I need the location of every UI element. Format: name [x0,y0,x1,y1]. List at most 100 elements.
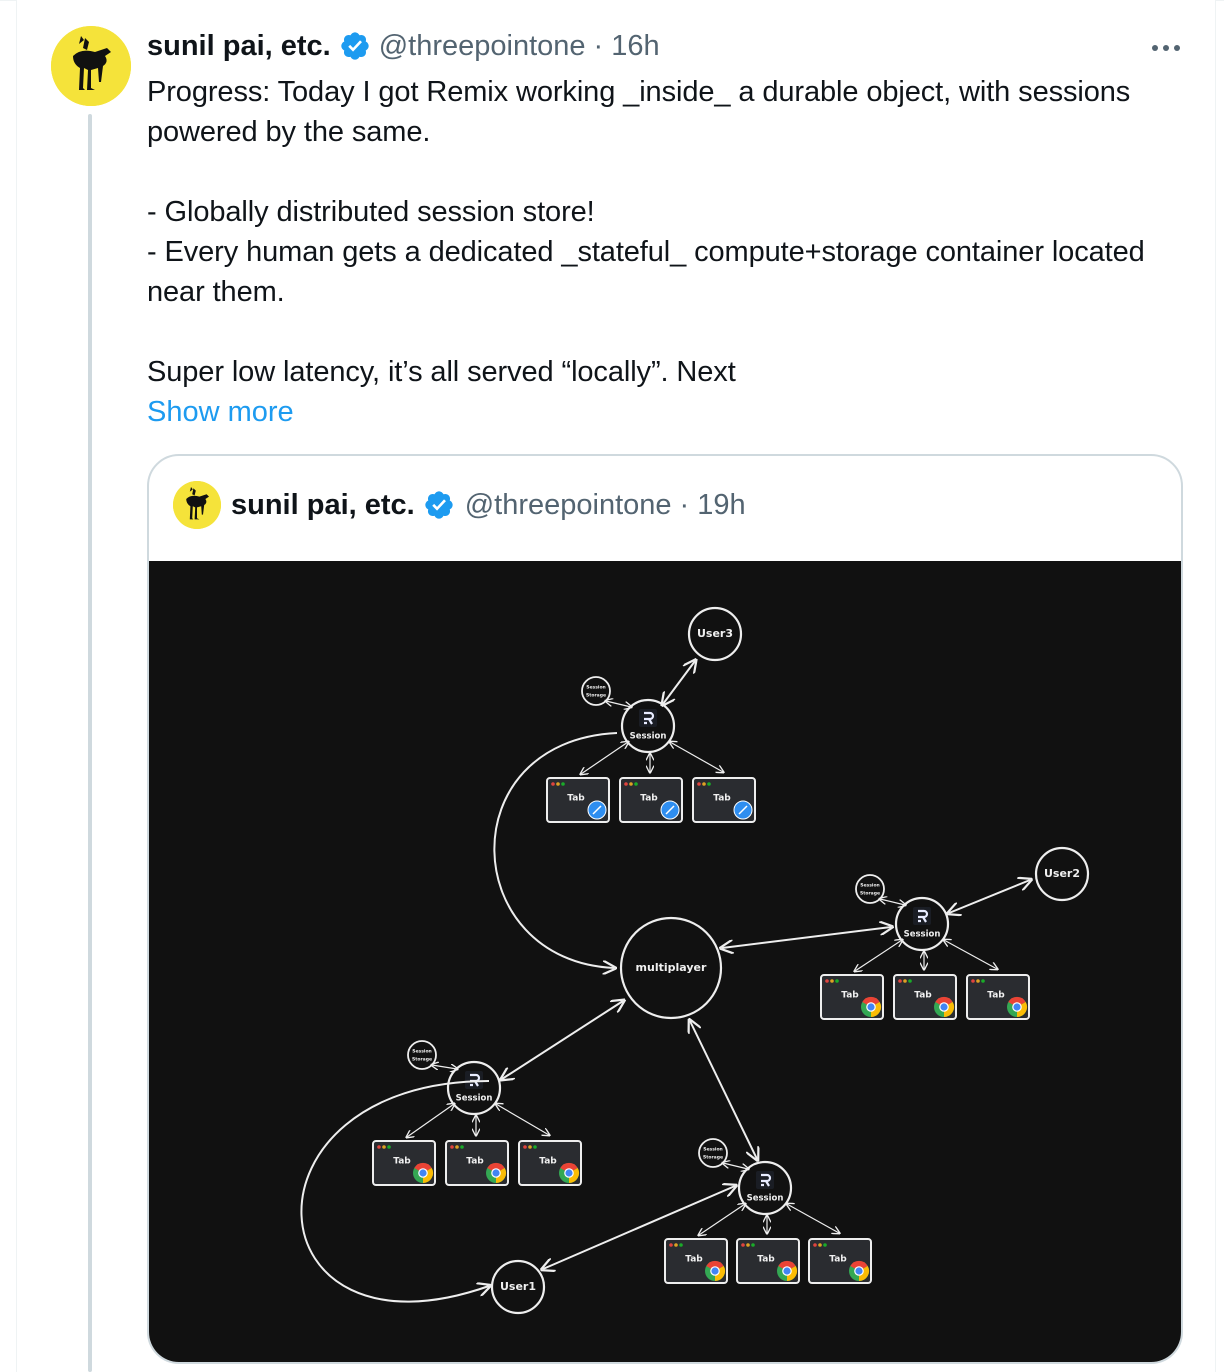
session-user-arrow [949,880,1030,913]
window-dot-yellow [556,782,560,786]
session-multiplayer-curve [493,732,617,968]
session-tab-arrow [407,1104,454,1137]
session-tab-arrow [787,1204,839,1233]
tab-label: Tab [640,794,658,804]
architecture-diagram-image[interactable]: multiplayer Session Session Storage Tab Tab Ta… [149,561,1181,1362]
quoted-tweet-card[interactable]: sunil pai, etc. @threepointone · 19h mul… [147,454,1183,1364]
verified-badge-icon [423,489,455,521]
user-session-curve [300,1080,489,1303]
tab-label: Tab [567,794,585,804]
session-storage-label-line1: Session [412,1049,432,1055]
window-dot-red [898,979,902,983]
window-dot-red [971,979,975,983]
tab-label: Tab [466,1157,484,1167]
window-dot-red [377,1145,381,1149]
tweet-text: Progress: Today I got Remix working _ins… [147,76,1145,388]
session-multiplayer-arrow [690,1021,757,1159]
window-dot-red [825,979,829,983]
window-dot-green [679,1243,683,1247]
session-storage-node [581,676,611,706]
multiplayer-label: multiplayer [636,961,707,974]
session-tab-arrow [496,1104,549,1135]
window-dot-yellow [455,1145,459,1149]
window-dot-red [551,782,555,786]
tweet-timestamp[interactable]: 16h [611,30,659,63]
tab-label: Tab [539,1157,557,1167]
session-storage-node [855,874,885,904]
separator-dot: · [679,488,690,521]
session-tab-arrow [699,1204,745,1235]
diagram-canvas: multiplayer Session Session Storage Tab Tab Ta… [300,606,1090,1315]
window-dot-yellow [830,979,834,983]
thread-connector-line [88,114,92,1372]
window-dot-green [561,782,565,786]
session-label: Session [747,1194,784,1204]
window-dot-red [523,1145,527,1149]
storage-session-arrow [432,1065,457,1069]
window-dot-yellow [818,1243,822,1247]
session-storage-label-line2: Storage [703,1155,723,1161]
session-tab-arrow [944,940,997,969]
dog-illustration-avatar-icon [173,481,221,529]
window-dot-green [533,1145,537,1149]
show-more-link[interactable]: Show more [147,392,294,432]
user-label: User2 [1044,867,1080,880]
user-label: User1 [500,1280,536,1293]
session-storage-node [407,1040,437,1070]
window-dot-yellow [629,782,633,786]
tab-label: Tab [987,991,1005,1001]
session-multiplayer-arrow [502,1001,623,1079]
session-tab-arrow [581,742,628,774]
window-dot-green [835,979,839,983]
storage-session-arrow [606,701,631,707]
window-dot-red [741,1243,745,1247]
chrome-center [1013,1003,1021,1011]
session-storage-node [698,1138,728,1168]
quoted-tweet-header: sunil pai, etc. @threepointone · 19h [173,480,746,530]
session-user-arrow [663,661,695,704]
window-dot-green [387,1145,391,1149]
session-storage-label-line2: Storage [860,891,880,897]
window-dot-red [669,1243,673,1247]
quoted-author-avatar [173,481,221,529]
session-label: Session [904,930,941,940]
window-dot-yellow [746,1243,750,1247]
tab-label: Tab [829,1255,847,1265]
window-dot-yellow [976,979,980,983]
window-dot-green [460,1145,464,1149]
chrome-center [492,1169,500,1177]
quoted-author-handle: @threepointone [464,488,672,521]
chrome-center [711,1267,719,1275]
storage-session-arrow [880,899,905,905]
session-storage-label-line1: Session [586,685,606,691]
tab-label: Tab [841,991,859,1001]
quoted-tweet-timestamp: 19h [697,488,746,521]
tab-label: Tab [914,991,932,1001]
window-dot-red [624,782,628,786]
more-options-button[interactable] [1146,38,1186,58]
verified-badge-icon [339,30,371,62]
session-storage-label-line2: Storage [412,1057,432,1063]
session-tab-arrow [855,940,902,971]
window-dot-yellow [702,782,706,786]
window-dot-green [634,782,638,786]
window-dot-green [908,979,912,983]
window-dot-yellow [674,1243,678,1247]
chrome-center [940,1003,948,1011]
tab-label: Tab [393,1157,411,1167]
window-dot-red [697,782,701,786]
author-handle[interactable]: @threepointone [379,30,586,63]
separator-dot: · [593,29,604,62]
author-avatar[interactable] [51,26,131,106]
session-storage-label-line1: Session [703,1147,723,1153]
tweet-header: sunil pai, etc. @threepointone · 16h [147,28,660,64]
author-display-name[interactable]: sunil pai, etc. [147,30,331,63]
window-dot-red [450,1145,454,1149]
tab-label: Tab [685,1255,703,1265]
window-dot-yellow [903,979,907,983]
window-dot-yellow [382,1145,386,1149]
window-dot-green [981,979,985,983]
more-dot [1163,45,1169,51]
window-dot-yellow [528,1145,532,1149]
session-label: Session [630,732,667,742]
